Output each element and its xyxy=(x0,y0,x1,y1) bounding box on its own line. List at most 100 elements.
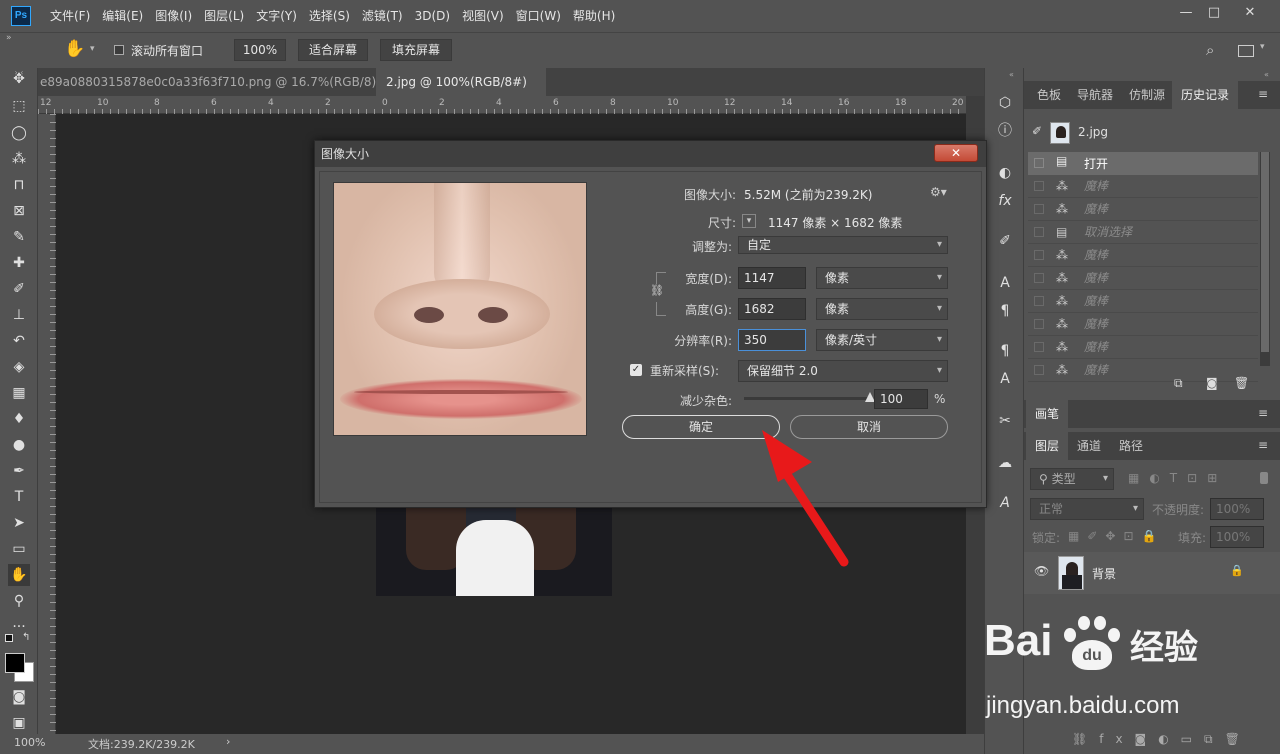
fit-screen-button[interactable]: 适合屏幕 xyxy=(298,39,368,61)
filter-toggle[interactable] xyxy=(1260,472,1268,484)
history-row[interactable]: ⁂ 魔棒 xyxy=(1028,175,1258,198)
foreground-color-swatch[interactable] xyxy=(5,653,25,673)
maximize-button[interactable]: □ xyxy=(1202,4,1226,22)
history-brush-source-icon[interactable]: ✐ xyxy=(1032,124,1042,138)
history-row[interactable]: ⁂ 魔棒 xyxy=(1028,313,1258,336)
shape-tool-icon[interactable]: ▭ xyxy=(8,538,30,560)
zoom-tool-icon[interactable]: ⚲ xyxy=(8,590,30,612)
scroll-all-checkbox[interactable] xyxy=(114,45,124,55)
tab-png-document[interactable]: e89a0880315878e0c0a33f63f710.png @ 16.7%… xyxy=(30,68,412,117)
hand-tool-icon[interactable]: ✋ xyxy=(8,564,30,586)
reduce-noise-slider-track[interactable] xyxy=(744,392,875,402)
paragraph-icon[interactable]: ¶ xyxy=(994,300,1016,322)
history-row[interactable]: ⁂ 魔棒 xyxy=(1028,336,1258,359)
height-unit-select[interactable]: 像素 ▾ xyxy=(816,298,948,320)
styles-fx-icon[interactable]: fx xyxy=(994,190,1016,212)
lasso-tool-icon[interactable]: ◯ xyxy=(8,122,30,144)
layer-filter-icons[interactable]: ▦◐T⊡⊞ xyxy=(1128,471,1227,485)
eye-visibility-icon[interactable]: 👁 xyxy=(1034,564,1049,578)
history-checkbox[interactable] xyxy=(1034,319,1044,329)
history-row[interactable]: ⁂ 魔棒 xyxy=(1028,244,1258,267)
tab-channels[interactable]: 通道 xyxy=(1068,432,1110,460)
snapshot-camera-icon[interactable]: ◙ xyxy=(1206,376,1218,390)
blend-mode-select[interactable]: 正常 ▾ xyxy=(1030,498,1144,520)
default-colors-icon[interactable] xyxy=(5,634,13,642)
status-menu-arrow-icon[interactable]: › xyxy=(226,735,230,748)
history-checkbox[interactable] xyxy=(1034,273,1044,283)
tools-icon[interactable]: ✂ xyxy=(994,410,1016,432)
dialog-close-button[interactable]: ✕ xyxy=(934,144,978,162)
tab-paths[interactable]: 路径 xyxy=(1110,432,1152,460)
height-input[interactable]: 1682 xyxy=(738,298,806,320)
frame-tool-icon[interactable]: ⊠ xyxy=(8,200,30,222)
fill-field[interactable]: 100% xyxy=(1210,526,1264,548)
adjustments-icon[interactable]: ◐ xyxy=(994,162,1016,184)
info-icon[interactable]: ⓘ xyxy=(994,120,1016,142)
image-preview[interactable] xyxy=(333,182,587,436)
dimensions-unit-dropdown[interactable]: ▾ xyxy=(742,214,756,228)
history-checkbox[interactable] xyxy=(1034,158,1044,168)
collapse-chevron-icon[interactable]: » xyxy=(6,33,12,43)
healing-brush-tool-icon[interactable]: ✚ xyxy=(8,252,30,274)
reduce-noise-input[interactable]: 100 xyxy=(874,389,928,409)
dodge-tool-icon[interactable]: ● xyxy=(8,434,30,456)
menu-filter[interactable]: 滤镜(T) xyxy=(356,8,409,24)
settings-gear-icon[interactable]: ⚙▾ xyxy=(930,185,947,199)
fit-to-select[interactable]: 自定 ▾ xyxy=(738,236,948,254)
layer-row-background[interactable]: 👁 背景 🔒 xyxy=(1024,552,1280,594)
snapshot-thumbnail[interactable] xyxy=(1050,122,1070,144)
tab-layers[interactable]: 图层 xyxy=(1026,432,1069,460)
eyedropper-tool-icon[interactable]: ✎ xyxy=(8,226,30,248)
fill-screen-button[interactable]: 填充屏幕 xyxy=(380,39,452,61)
menu-image[interactable]: 图像(I) xyxy=(149,8,198,24)
character-icon[interactable]: A xyxy=(994,272,1016,294)
menu-help[interactable]: 帮助(H) xyxy=(567,8,621,24)
tab-2jpg-document[interactable]: 2.jpg @ 100%(RGB/8#) * ✕ xyxy=(376,68,546,117)
menu-window[interactable]: 窗口(W) xyxy=(510,8,567,24)
history-row[interactable]: ⁂ 魔棒 xyxy=(1028,359,1258,382)
panel-menu-icon[interactable]: ≡ xyxy=(1258,87,1268,101)
close-window-button[interactable]: ✕ xyxy=(1238,4,1262,22)
history-brush-tool-icon[interactable]: ↶ xyxy=(8,330,30,352)
glyphs-icon[interactable]: A xyxy=(994,492,1016,514)
tab-navigator[interactable]: 导航器 xyxy=(1068,81,1122,109)
swap-colors-icon[interactable]: ↰ xyxy=(22,632,30,643)
width-unit-select[interactable]: 像素 ▾ xyxy=(816,267,948,289)
zoom-100-button[interactable]: 100% xyxy=(234,39,286,61)
history-row[interactable]: ⁂ 魔棒 xyxy=(1028,290,1258,313)
tab-brush[interactable]: 画笔 xyxy=(1026,400,1069,428)
brush-settings-icon[interactable]: ✐ xyxy=(994,230,1016,252)
menu-file[interactable]: 文件(F) xyxy=(44,8,96,24)
screen-mode-icon[interactable]: ▣ xyxy=(8,712,30,734)
tool-preset-dropdown-icon[interactable]: ▾ xyxy=(90,44,95,54)
zoom-readout[interactable]: 100% xyxy=(14,736,45,749)
menu-edit[interactable]: 编辑(E) xyxy=(96,8,149,24)
eraser-tool-icon[interactable]: ◈ xyxy=(8,356,30,378)
menu-3d[interactable]: 3D(D) xyxy=(409,8,456,24)
minimize-button[interactable]: — xyxy=(1174,4,1198,22)
history-checkbox[interactable] xyxy=(1034,204,1044,214)
tab-history[interactable]: 历史记录 xyxy=(1172,81,1239,109)
workspace-dropdown-icon[interactable]: ▾ xyxy=(1260,42,1265,52)
history-checkbox[interactable] xyxy=(1034,365,1044,375)
layer-kind-filter[interactable]: ⚲ 类型 ▾ xyxy=(1030,468,1114,490)
history-row[interactable]: ⁂ 魔棒 xyxy=(1028,267,1258,290)
menu-layer[interactable]: 图层(L) xyxy=(198,8,250,24)
width-input[interactable]: 1147 xyxy=(738,267,806,289)
character-styles-icon[interactable]: A xyxy=(994,368,1016,390)
panel-menu-icon[interactable]: ≡ xyxy=(1258,438,1268,452)
workspace-icon[interactable] xyxy=(1238,45,1254,57)
tab-swatches[interactable]: 色板 xyxy=(1028,81,1070,109)
history-checkbox[interactable] xyxy=(1034,227,1044,237)
clone-stamp-tool-icon[interactable]: ⊥ xyxy=(8,304,30,326)
resample-method-select[interactable]: 保留细节 2.0 ▾ xyxy=(738,360,948,382)
tab-clone-source[interactable]: 仿制源 xyxy=(1120,81,1174,109)
paragraph-styles-icon[interactable]: ¶ xyxy=(994,340,1016,362)
history-checkbox[interactable] xyxy=(1034,296,1044,306)
collapse-chevron-icon[interactable]: « xyxy=(1009,70,1014,79)
search-icon[interactable]: ⌕ xyxy=(1206,41,1214,59)
history-row[interactable]: ▤ 取消选择 xyxy=(1028,221,1258,244)
history-checkbox[interactable] xyxy=(1034,342,1044,352)
opacity-field[interactable]: 100% xyxy=(1210,498,1264,520)
marquee-tool-icon[interactable]: ⬚ xyxy=(8,95,30,117)
